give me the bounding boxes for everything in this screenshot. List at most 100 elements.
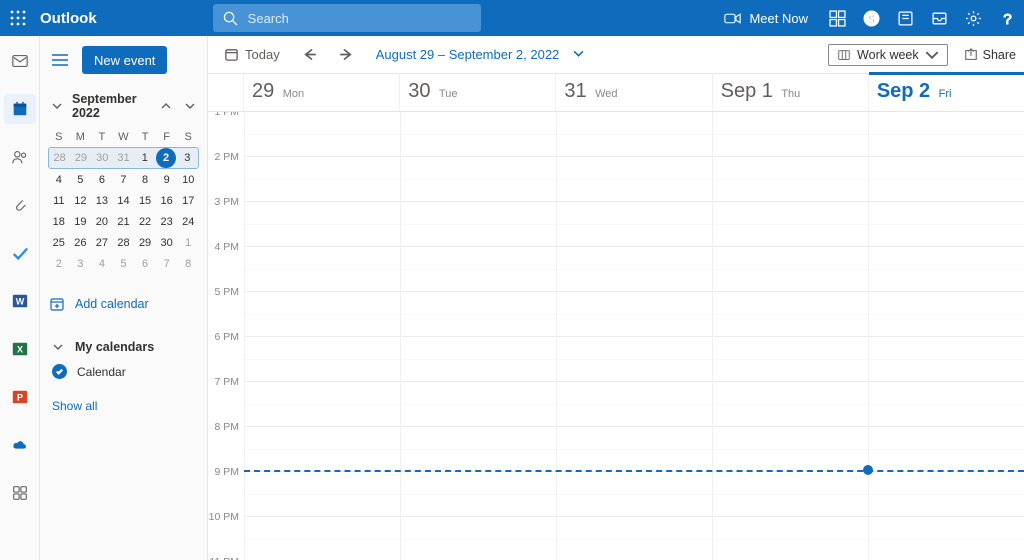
hour-cell[interactable] xyxy=(869,112,1024,157)
hour-cell[interactable] xyxy=(869,292,1024,337)
settings-button[interactable] xyxy=(956,0,990,36)
calendar-checkbox[interactable] xyxy=(52,364,67,379)
hour-cell[interactable] xyxy=(869,427,1024,472)
new-event-button[interactable]: New event xyxy=(82,46,167,74)
calendar-item[interactable]: Calendar xyxy=(46,356,201,379)
day-column[interactable] xyxy=(868,112,1024,560)
rail-people[interactable] xyxy=(4,142,36,172)
hour-cell[interactable] xyxy=(557,157,712,202)
rail-word[interactable]: W xyxy=(4,286,36,316)
mini-cal-day[interactable]: 29 xyxy=(71,148,91,168)
share-button[interactable]: Share xyxy=(954,48,1016,62)
hour-cell[interactable] xyxy=(401,337,556,382)
hour-cell[interactable] xyxy=(557,517,712,560)
onenote-button[interactable] xyxy=(888,0,922,36)
mini-cal-day[interactable]: 17 xyxy=(178,191,198,211)
hour-cell[interactable] xyxy=(869,202,1024,247)
hour-cell[interactable] xyxy=(401,157,556,202)
mini-cal-day[interactable]: 31 xyxy=(113,148,133,168)
rail-todo[interactable] xyxy=(4,238,36,268)
day-column[interactable] xyxy=(244,112,400,560)
mini-cal-day[interactable]: 22 xyxy=(135,212,155,232)
mini-cal-day[interactable]: 3 xyxy=(70,254,90,274)
day-column[interactable] xyxy=(400,112,556,560)
hour-cell[interactable] xyxy=(713,517,868,560)
mini-cal-day[interactable]: 1 xyxy=(178,233,198,253)
mini-cal-day[interactable]: 30 xyxy=(92,148,112,168)
day-header[interactable]: Sep 1 Thu xyxy=(713,74,869,111)
rail-onedrive[interactable] xyxy=(4,430,36,460)
mini-cal-day[interactable]: 14 xyxy=(113,191,133,211)
hamburger-button[interactable] xyxy=(46,46,74,74)
mini-cal-prev[interactable] xyxy=(157,97,175,115)
mini-cal-day[interactable]: 19 xyxy=(70,212,90,232)
mini-cal-day[interactable]: 16 xyxy=(157,191,177,211)
mini-cal-collapse[interactable] xyxy=(48,97,66,115)
day-header[interactable]: Sep 2 Fri xyxy=(869,74,1024,111)
rail-mail[interactable] xyxy=(4,46,36,76)
hour-cell[interactable] xyxy=(557,202,712,247)
hour-cell[interactable] xyxy=(713,247,868,292)
hour-cell[interactable] xyxy=(401,247,556,292)
hour-cell[interactable] xyxy=(401,427,556,472)
mini-cal-day[interactable]: 7 xyxy=(157,254,177,274)
day-column[interactable] xyxy=(712,112,868,560)
mini-cal-next[interactable] xyxy=(181,97,199,115)
hour-cell[interactable] xyxy=(713,112,868,157)
mini-cal-day[interactable]: 28 xyxy=(50,148,70,168)
mini-cal-day[interactable]: 12 xyxy=(70,191,90,211)
hour-cell[interactable] xyxy=(713,202,868,247)
hour-cell[interactable] xyxy=(713,382,868,427)
mini-cal-day[interactable]: 7 xyxy=(113,170,133,190)
rail-apps[interactable] xyxy=(4,478,36,508)
mini-cal-day[interactable]: 20 xyxy=(92,212,112,232)
mini-cal-day[interactable]: 3 xyxy=(177,148,197,168)
day-header[interactable]: 29 Mon xyxy=(244,74,400,111)
hour-cell[interactable] xyxy=(245,157,400,202)
my-calendars-header[interactable]: My calendars xyxy=(46,338,201,356)
mini-cal-day[interactable]: 27 xyxy=(92,233,112,253)
hour-cell[interactable] xyxy=(245,517,400,560)
help-button[interactable]: ? xyxy=(990,0,1024,36)
hour-cell[interactable] xyxy=(401,112,556,157)
hour-cell[interactable] xyxy=(557,292,712,337)
show-all-button[interactable]: Show all xyxy=(46,379,201,413)
rail-powerpoint[interactable]: P xyxy=(4,382,36,412)
hour-cell[interactable] xyxy=(245,292,400,337)
mini-cal-day[interactable]: 28 xyxy=(113,233,133,253)
mini-cal-day[interactable]: 23 xyxy=(157,212,177,232)
search-input[interactable]: Search xyxy=(213,4,481,32)
hour-cell[interactable] xyxy=(245,337,400,382)
mini-cal-day[interactable]: 10 xyxy=(178,170,198,190)
hour-cell[interactable] xyxy=(713,427,868,472)
hour-cell[interactable] xyxy=(401,472,556,517)
hour-cell[interactable] xyxy=(713,157,868,202)
mini-cal-day[interactable]: 1 xyxy=(135,148,155,168)
hour-cell[interactable] xyxy=(869,517,1024,560)
hour-cell[interactable] xyxy=(401,202,556,247)
day-column[interactable] xyxy=(556,112,712,560)
mini-cal-day[interactable]: 29 xyxy=(135,233,155,253)
mini-cal-day[interactable]: 4 xyxy=(49,170,69,190)
hour-cell[interactable] xyxy=(401,517,556,560)
day-header[interactable]: 30 Tue xyxy=(400,74,556,111)
mini-cal-day[interactable]: 30 xyxy=(157,233,177,253)
mini-cal-day[interactable]: 11 xyxy=(49,191,69,211)
hour-cell[interactable] xyxy=(557,472,712,517)
date-range-picker[interactable] xyxy=(573,47,595,62)
mini-cal-day[interactable]: 25 xyxy=(49,233,69,253)
mini-cal-day[interactable]: 9 xyxy=(157,170,177,190)
app-launcher-button[interactable] xyxy=(0,0,36,36)
mini-cal-day[interactable]: 5 xyxy=(113,254,133,274)
today-button[interactable]: Today xyxy=(216,43,288,66)
mini-cal-day[interactable]: 8 xyxy=(135,170,155,190)
hour-cell[interactable] xyxy=(245,427,400,472)
hour-cell[interactable] xyxy=(245,472,400,517)
hour-cell[interactable] xyxy=(869,157,1024,202)
day-header[interactable]: 31 Wed xyxy=(556,74,712,111)
hour-cell[interactable] xyxy=(557,112,712,157)
mini-cal-day[interactable]: 15 xyxy=(135,191,155,211)
hour-cell[interactable] xyxy=(713,337,868,382)
mini-cal-day[interactable]: 4 xyxy=(92,254,112,274)
rail-calendar[interactable] xyxy=(4,94,36,124)
